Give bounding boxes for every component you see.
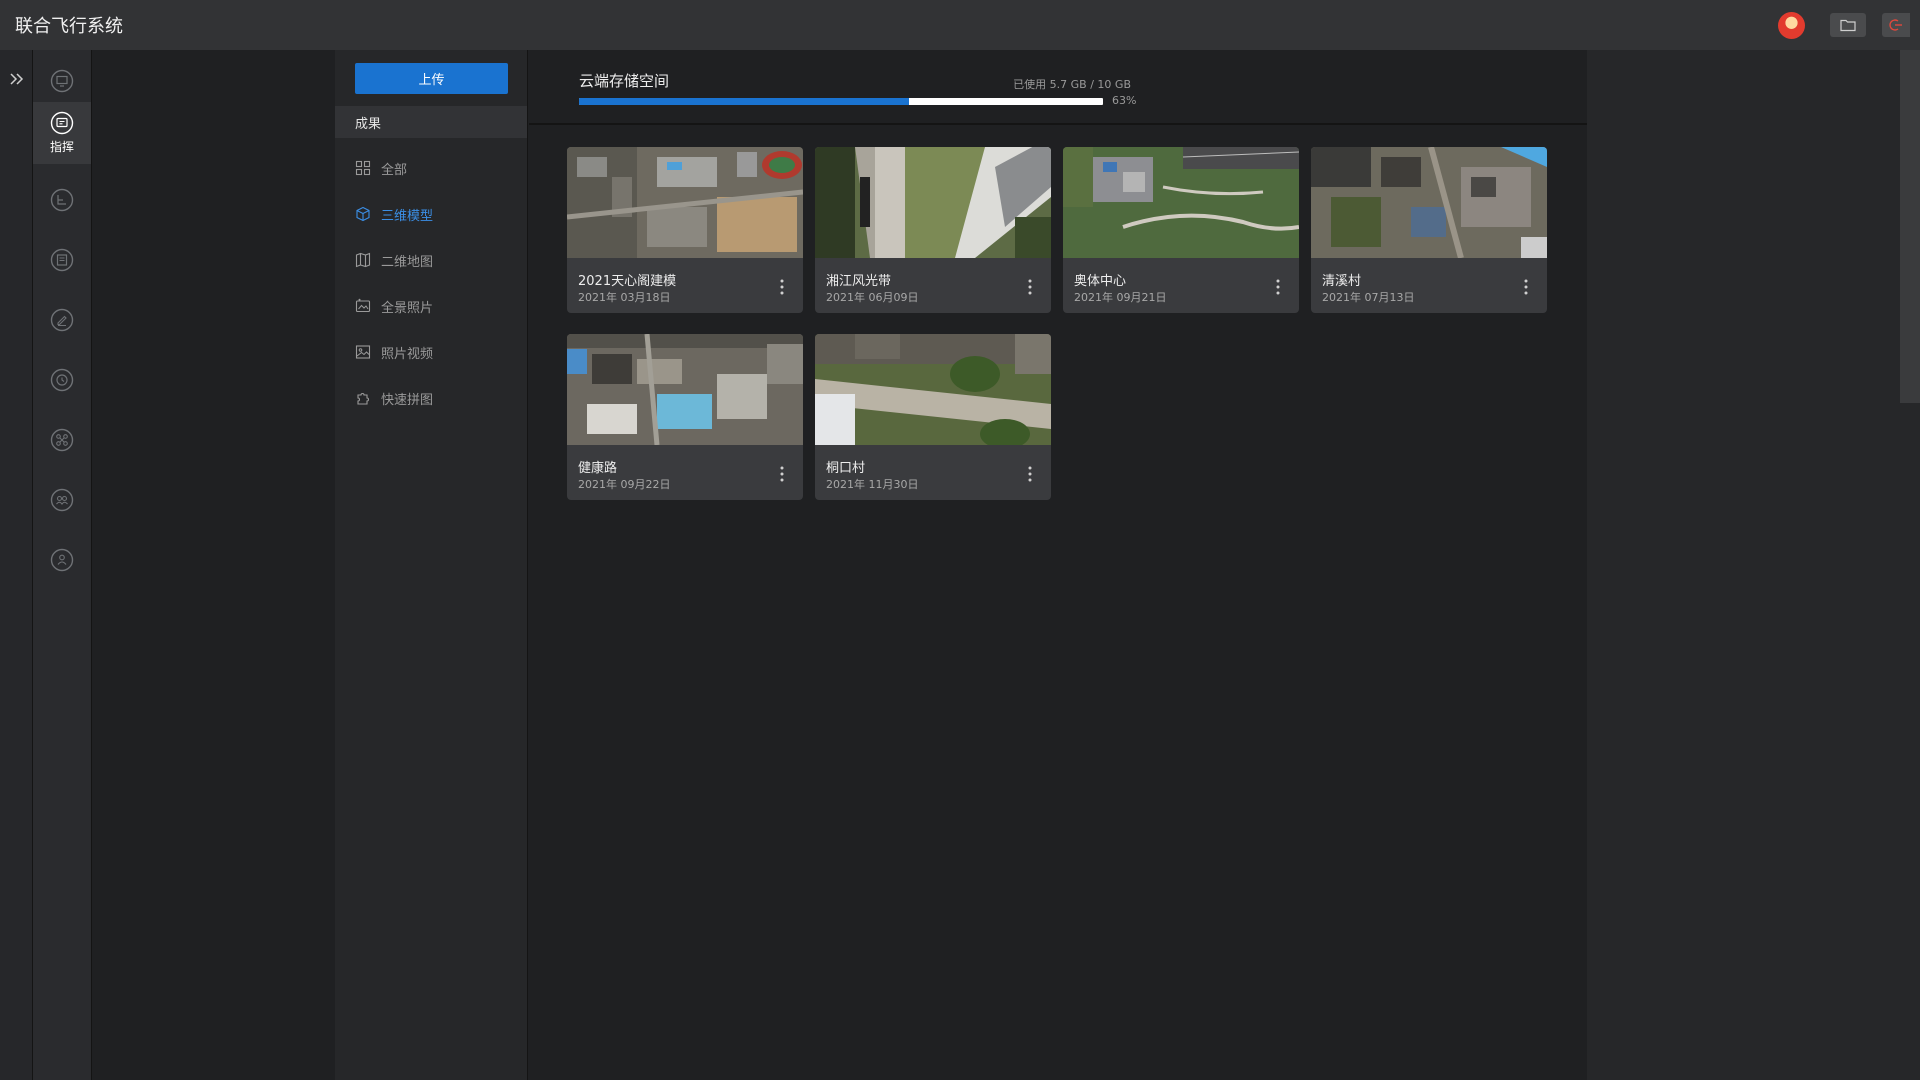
- rail-item-device[interactable]: [33, 409, 91, 471]
- card-more-button[interactable]: [1268, 275, 1288, 299]
- card-more-button[interactable]: [1516, 275, 1536, 299]
- card-date: 2021年 11月30日: [826, 478, 919, 491]
- nav-item-label: 照片视频: [381, 346, 434, 362]
- edit-icon: [50, 308, 74, 332]
- folder-icon: [1840, 19, 1856, 32]
- history-icon: [50, 368, 74, 392]
- aerial-thumbnail: [1063, 147, 1299, 258]
- result-card[interactable]: 2021天心阁建模 2021年 03月18日: [567, 147, 803, 313]
- nav-item-quick-stitch[interactable]: 快速拼图: [355, 386, 433, 410]
- command-icon: [50, 111, 74, 135]
- more-vertical-icon: [1524, 279, 1528, 295]
- more-vertical-icon: [1028, 279, 1032, 295]
- image-icon: [355, 345, 371, 359]
- card-date: 2021年 07月13日: [1322, 291, 1415, 304]
- puzzle-icon: [357, 393, 369, 405]
- blank-pane: [93, 50, 335, 1080]
- card-more-button[interactable]: [1020, 462, 1040, 486]
- rail-item-account[interactable]: [33, 529, 91, 591]
- rail-item-command[interactable]: 指挥: [33, 102, 91, 164]
- card-more-button[interactable]: [1020, 275, 1040, 299]
- card-date: 2021年 03月18日: [578, 291, 671, 304]
- more-vertical-icon: [1276, 279, 1280, 295]
- title-bar: 联合飞行系统: [0, 0, 1920, 50]
- nav-item-panorama[interactable]: 全景照片: [355, 294, 433, 318]
- aerial-thumbnail: [1311, 147, 1547, 258]
- rail-item-route[interactable]: [33, 169, 91, 231]
- upload-button[interactable]: 上传: [355, 63, 508, 94]
- scrollbar-thumb[interactable]: [1900, 50, 1920, 403]
- content-area: 云端存储空间 已使用 5.7 GB / 10 GB 63% 2021天心阁建模 …: [529, 50, 1587, 1080]
- storage-progress-bar: [579, 98, 1103, 105]
- map-icon: [355, 252, 371, 268]
- app-title: 联合飞行系统: [15, 16, 123, 37]
- card-title: 桐口村: [826, 461, 866, 476]
- rail-label-command: 指挥: [49, 140, 74, 154]
- nav-item-label: 快速拼图: [381, 392, 434, 408]
- card-more-button[interactable]: [772, 462, 792, 486]
- rail-item-edit[interactable]: [33, 289, 91, 351]
- nav-item-2d-map[interactable]: 二维地图: [355, 248, 433, 272]
- more-vertical-icon: [780, 466, 784, 482]
- aerial-thumbnail: [567, 334, 803, 445]
- rail-item-media[interactable]: [33, 229, 91, 291]
- nav-item-label: 二维地图: [381, 254, 434, 270]
- user-icon: [50, 548, 74, 572]
- drone-icon: [50, 428, 74, 452]
- section-header-results: 成果: [335, 106, 527, 138]
- cloud-storage-panel: 云端存储空间 已使用 5.7 GB / 10 GB 63%: [529, 50, 1587, 125]
- nav-item-label: 三维模型: [381, 208, 434, 224]
- more-vertical-icon: [1028, 466, 1032, 482]
- storage-title: 云端存储空间: [579, 72, 670, 90]
- card-title: 清溪村: [1322, 274, 1362, 289]
- nav-item-all[interactable]: 全部: [355, 156, 407, 180]
- result-card[interactable]: 湘江风光带 2021年 06月09日: [815, 147, 1051, 313]
- expand-strip: [0, 50, 32, 1080]
- results-nav-panel: 上传 成果 全部 三维模型 二维地图 全景照片 照片视频 快速拼图: [335, 50, 528, 1080]
- rail-item-history[interactable]: [33, 349, 91, 411]
- aerial-thumbnail: [815, 334, 1051, 445]
- cube-icon: [356, 206, 370, 222]
- storage-used-text: 已使用 5.7 GB / 10 GB: [1013, 78, 1131, 91]
- card-more-button[interactable]: [772, 275, 792, 299]
- media-icon: [50, 248, 74, 272]
- route-icon: [50, 188, 74, 212]
- storage-percent: 63%: [1112, 94, 1137, 107]
- result-card[interactable]: 清溪村 2021年 07月13日: [1311, 147, 1547, 313]
- nav-item-label: 全景照片: [381, 300, 434, 316]
- storage-progress-fill: [579, 98, 910, 105]
- team-icon: [50, 488, 74, 512]
- user-avatar[interactable]: [1778, 12, 1805, 39]
- aerial-thumbnail: [815, 147, 1051, 258]
- card-title: 健康路: [578, 461, 618, 476]
- more-vertical-icon: [780, 279, 784, 295]
- logout-button[interactable]: [1882, 13, 1910, 37]
- result-card[interactable]: 桐口村 2021年 11月30日: [815, 334, 1051, 500]
- result-card[interactable]: 奥体中心 2021年 09月21日: [1063, 147, 1299, 313]
- nav-item-label: 全部: [381, 162, 408, 178]
- card-date: 2021年 09月22日: [578, 478, 671, 491]
- expand-chevron-icon[interactable]: [8, 70, 26, 88]
- nav-item-3d-model[interactable]: 三维模型: [355, 202, 433, 226]
- panorama-icon: [355, 298, 371, 313]
- aerial-thumbnail: [567, 147, 803, 258]
- monitor-icon: [50, 69, 74, 93]
- rail-item-team[interactable]: [33, 469, 91, 531]
- icon-rail: 指挥: [32, 50, 92, 1080]
- result-card[interactable]: 健康路 2021年 09月22日: [567, 334, 803, 500]
- logout-icon: [1889, 19, 1902, 31]
- card-date: 2021年 09月21日: [1074, 291, 1167, 304]
- card-title: 奥体中心: [1074, 274, 1127, 289]
- card-date: 2021年 06月09日: [826, 291, 919, 304]
- nav-item-photo-video[interactable]: 照片视频: [355, 340, 433, 364]
- right-pane: [1587, 50, 1900, 1080]
- card-title: 2021天心阁建模: [578, 274, 677, 289]
- card-title: 湘江风光带: [826, 274, 892, 289]
- folder-button[interactable]: [1830, 13, 1866, 37]
- grid-icon: [355, 160, 371, 176]
